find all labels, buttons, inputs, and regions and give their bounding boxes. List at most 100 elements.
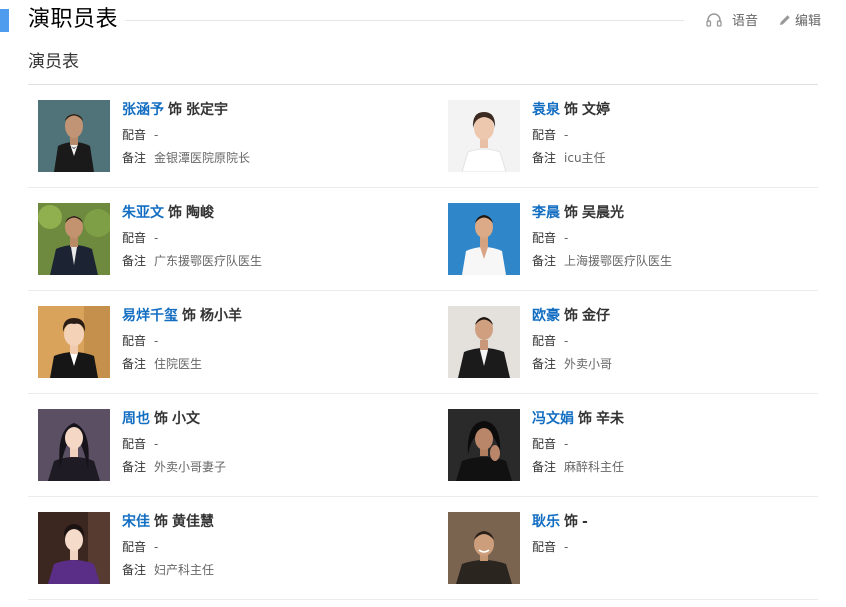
headphones-icon: [706, 12, 722, 27]
role-name: 张定宇: [186, 102, 228, 118]
role-name: 陶峻: [186, 205, 214, 221]
voice-label: 语音: [732, 14, 759, 29]
dub-label: 配音: [122, 128, 147, 142]
actor-name-link[interactable]: 耿乐: [532, 514, 560, 530]
cast-item: 欧豪饰金仔 配音 - 备注 外卖小哥: [438, 291, 818, 393]
cast-row: 易烊千玺饰杨小羊 配音 - 备注 住院医生 欧豪饰金仔 配音 - 备注 外卖小哥: [28, 291, 818, 394]
cast-item: 耿乐饰 - 配音 -: [438, 497, 818, 599]
actor-photo[interactable]: [448, 409, 520, 481]
actor-photo[interactable]: [38, 100, 110, 172]
edit-button[interactable]: 编辑: [779, 10, 821, 29]
role-separator: 饰: [578, 411, 592, 427]
dub-label: 配音: [532, 540, 557, 554]
section-accent-bar: [0, 9, 9, 32]
note-value: 外卖小哥: [564, 357, 613, 371]
actor-name-link[interactable]: 周也: [122, 411, 150, 427]
section-header: 演职员表 语音 编辑: [0, 0, 846, 40]
dub-label: 配音: [532, 334, 557, 348]
role-separator: 饰: [182, 308, 196, 324]
role-separator: 饰: [168, 205, 182, 221]
actor-name-link[interactable]: 朱亚文: [122, 205, 164, 221]
role-name: 杨小羊: [200, 308, 242, 324]
role-name: 文婷: [582, 102, 610, 118]
actor-name-link[interactable]: 李晨: [532, 205, 560, 221]
actor-name-link[interactable]: 张涵予: [122, 102, 164, 118]
dub-value: -: [564, 540, 569, 554]
edit-label: 编辑: [795, 14, 822, 29]
dub-value: -: [154, 128, 159, 142]
dub-value: -: [154, 231, 159, 245]
cast-item: 张涵予饰张定宇 配音 - 备注 金银潭医院原院长: [28, 85, 438, 187]
note-label: 备注: [122, 460, 147, 474]
note-label: 备注: [532, 254, 557, 268]
note-label: 备注: [122, 254, 147, 268]
dub-value: -: [564, 334, 569, 348]
role-separator: 饰: [154, 411, 168, 427]
dub-value: -: [564, 231, 569, 245]
cast-item: 易烊千玺饰杨小羊 配音 - 备注 住院医生: [28, 291, 438, 393]
note-label: 备注: [122, 357, 147, 371]
actor-name-link[interactable]: 欧豪: [532, 308, 560, 324]
actor-name-link[interactable]: 宋佳: [122, 514, 150, 530]
cast-item: 朱亚文饰陶峻 配音 - 备注 广东援鄂医疗队医生: [28, 188, 438, 290]
actor-photo[interactable]: [448, 203, 520, 275]
role-separator: 饰: [564, 514, 578, 530]
role-name: 黄佳慧: [172, 514, 214, 530]
cast-row: 宋佳饰黄佳慧 配音 - 备注 妇产科主任 耿乐饰 - 配音 -: [28, 497, 818, 600]
note-value: 住院医生: [154, 357, 203, 371]
role-name: -: [582, 514, 588, 530]
voice-button[interactable]: 语音: [706, 10, 758, 29]
note-label: 备注: [122, 151, 147, 165]
note-value: 广东援鄂医疗队医生: [154, 254, 263, 268]
cast-subtitle: 演员表: [28, 52, 79, 72]
header-divider: [125, 20, 684, 21]
cast-row: 朱亚文饰陶峻 配音 - 备注 广东援鄂医疗队医生 李晨饰吴晨光 配音 - 备注 上海援鄂…: [28, 188, 818, 291]
role-name: 吴晨光: [582, 205, 624, 221]
dub-value: -: [154, 540, 159, 554]
dub-label: 配音: [532, 231, 557, 245]
role-separator: 饰: [564, 102, 578, 118]
dub-label: 配音: [122, 334, 147, 348]
dub-label: 配音: [122, 231, 147, 245]
role-name: 辛未: [596, 411, 624, 427]
role-name: 金仔: [582, 308, 610, 324]
dub-label: 配音: [122, 437, 147, 451]
role-separator: 饰: [168, 102, 182, 118]
pencil-icon: [779, 14, 791, 26]
note-value: icu主任: [564, 151, 606, 165]
actor-photo[interactable]: [448, 100, 520, 172]
dub-value: -: [564, 437, 569, 451]
dub-value: -: [154, 437, 159, 451]
note-label: 备注: [532, 357, 557, 371]
cast-row: 张涵予饰张定宇 配音 - 备注 金银潭医院原院长 袁泉饰文婷 配音 - 备注 icu主任: [28, 85, 818, 188]
cast-grid: 张涵予饰张定宇 配音 - 备注 金银潭医院原院长 袁泉饰文婷 配音 - 备注 icu主任…: [28, 85, 818, 600]
cast-item: 袁泉饰文婷 配音 - 备注 icu主任: [438, 85, 818, 187]
actor-name-link[interactable]: 易烊千玺: [122, 308, 178, 324]
note-label: 备注: [532, 151, 557, 165]
actor-photo[interactable]: [38, 409, 110, 481]
role-separator: 饰: [154, 514, 168, 530]
actor-name-link[interactable]: 袁泉: [532, 102, 560, 118]
cast-row: 周也饰小文 配音 - 备注 外卖小哥妻子 冯文娟饰辛未 配音 - 备注 麻醉科主任: [28, 394, 818, 497]
note-value: 上海援鄂医疗队医生: [564, 254, 673, 268]
actor-photo[interactable]: [38, 512, 110, 584]
note-value: 麻醉科主任: [564, 460, 625, 474]
actor-photo[interactable]: [448, 306, 520, 378]
cast-item: 宋佳饰黄佳慧 配音 - 备注 妇产科主任: [28, 497, 438, 599]
dub-value: -: [564, 128, 569, 142]
note-value: 外卖小哥妻子: [154, 460, 227, 474]
note-label: 备注: [532, 460, 557, 474]
actor-name-link[interactable]: 冯文娟: [532, 411, 574, 427]
actor-photo[interactable]: [448, 512, 520, 584]
note-value: 妇产科主任: [154, 563, 215, 577]
actor-photo[interactable]: [38, 306, 110, 378]
note-value: 金银潭医院原院长: [154, 151, 251, 165]
section-title: 演职员表: [28, 7, 119, 32]
role-separator: 饰: [564, 308, 578, 324]
cast-item: 冯文娟饰辛未 配音 - 备注 麻醉科主任: [438, 394, 818, 496]
dub-value: -: [154, 334, 159, 348]
role-separator: 饰: [564, 205, 578, 221]
cast-item: 李晨饰吴晨光 配音 - 备注 上海援鄂医疗队医生: [438, 188, 818, 290]
actor-photo[interactable]: [38, 203, 110, 275]
cast-item: 周也饰小文 配音 - 备注 外卖小哥妻子: [28, 394, 438, 496]
